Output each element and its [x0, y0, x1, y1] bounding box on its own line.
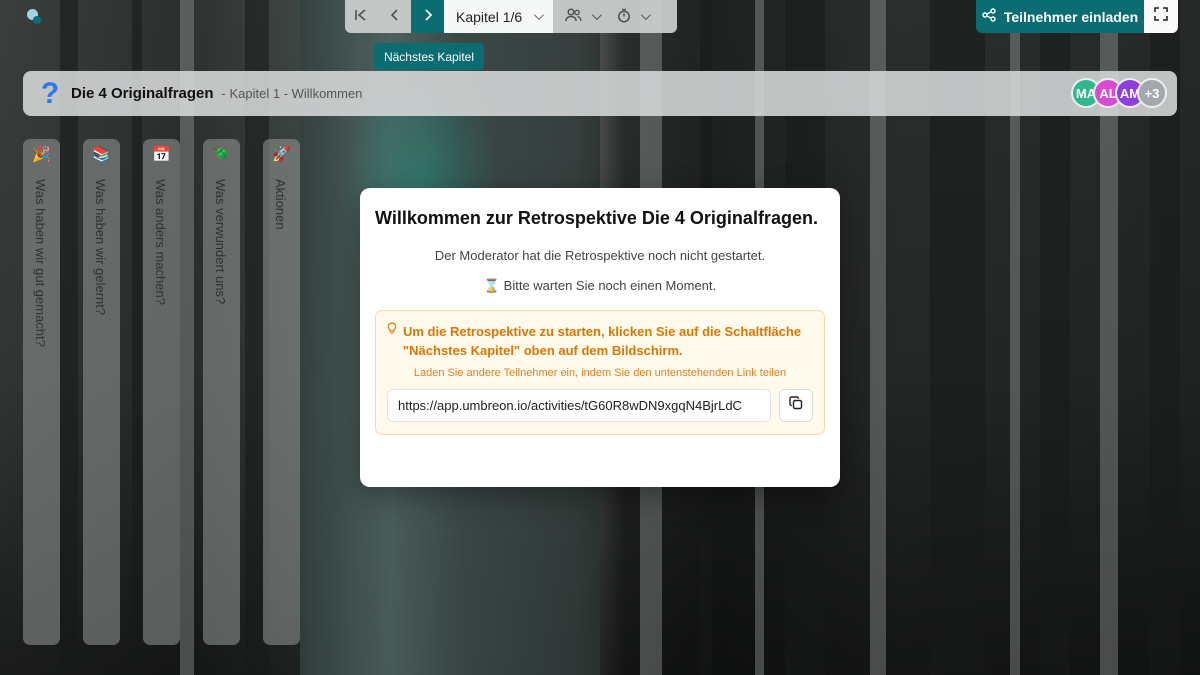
column-do-differently[interactable]: 📅 Was anders machen? [143, 139, 180, 645]
start-hint-box: Um die Retrospektive zu starten, klicken… [375, 310, 825, 435]
invite-link-row: https://app.umbreon.io/activities/tG60R8… [387, 389, 813, 422]
column-label: Was anders machen? [153, 179, 168, 305]
chapter-label: Kapitel 1/6 [456, 8, 523, 25]
chapter-select[interactable]: Kapitel 1/6 [444, 0, 553, 33]
copy-icon [789, 396, 803, 415]
next-icon [423, 8, 433, 26]
column-label: Aktionen [273, 179, 288, 230]
fullscreen-icon [1154, 7, 1168, 26]
invite-label: Teilnehmer einladen [1003, 8, 1139, 25]
next-chapter-tooltip: Nächstes Kapitel [374, 43, 484, 70]
column-learned[interactable]: 📚 Was haben wir gelernt? [83, 139, 120, 645]
start-hint: Um die Retrospektive zu starten, klicken… [387, 322, 813, 360]
bug-icon: 🪲 [212, 146, 231, 163]
party-popper-icon: 🎉 [32, 146, 51, 163]
column-actions[interactable]: 🚀 Aktionen [263, 139, 300, 645]
column-went-well[interactable]: 🎉 Was haben wir gut gemacht? [23, 139, 60, 645]
invite-link-field[interactable]: https://app.umbreon.io/activities/tG60R8… [387, 389, 771, 422]
calendar-icon: 📅 [152, 146, 171, 163]
wait-message: ⌛ Bitte warten Sie noch einen Moment. [483, 278, 717, 293]
fullscreen-button[interactable] [1144, 0, 1178, 33]
books-icon: 📚 [92, 146, 111, 163]
activity-header: ? Die 4 Originalfragen - Kapitel 1 - Wil… [23, 71, 1177, 116]
column-label: Was haben wir gelernt? [93, 179, 108, 316]
participants-icon [565, 8, 582, 25]
column-label: Was verwundert uns? [213, 179, 228, 305]
next-chapter-button[interactable] [411, 0, 444, 33]
participants-menu[interactable] [553, 0, 611, 33]
timer-icon [617, 8, 631, 26]
dialog-title: Willkommen zur Retrospektive Die 4 Origi… [375, 208, 818, 228]
copy-link-button[interactable] [779, 389, 813, 422]
skip-to-start-icon [354, 8, 369, 26]
participant-avatars[interactable]: MA AL AM +3 [1071, 78, 1167, 108]
previous-chapter-button[interactable] [378, 0, 411, 33]
timer-menu[interactable] [611, 0, 660, 33]
share-icon [982, 8, 996, 25]
invite-hint: Laden Sie andere Teilnehmer ein, indem S… [413, 367, 787, 379]
app-logo[interactable] [24, 6, 44, 26]
invite-participants-button[interactable]: Teilnehmer einladen [976, 0, 1144, 33]
more-participants-badge[interactable]: +3 [1137, 78, 1167, 108]
lightbulb-icon [387, 322, 397, 341]
chapter-navigation: Kapitel 1/6 [345, 0, 677, 33]
chevron-down-icon [533, 10, 544, 21]
column-puzzled[interactable]: 🪲 Was verwundert uns? [203, 139, 240, 645]
welcome-dialog: Willkommen zur Retrospektive Die 4 Origi… [360, 188, 840, 487]
first-chapter-button[interactable] [345, 0, 378, 33]
chevron-down-icon [640, 10, 651, 21]
moderator-status: Der Moderator hat die Retrospektive noch… [434, 248, 766, 263]
activity-title: Die 4 Originalfragen [71, 85, 214, 102]
previous-icon [390, 8, 400, 26]
question-mark-icon: ? [40, 76, 60, 110]
chapter-subtitle: - Kapitel 1 - Willkommen [221, 86, 363, 101]
column-label: Was haben wir gut gemacht? [33, 179, 48, 347]
rocket-icon: 🚀 [272, 146, 291, 163]
start-hint-text: Um die Retrospektive zu starten, klicken… [403, 324, 802, 358]
chevron-down-icon [591, 10, 602, 21]
